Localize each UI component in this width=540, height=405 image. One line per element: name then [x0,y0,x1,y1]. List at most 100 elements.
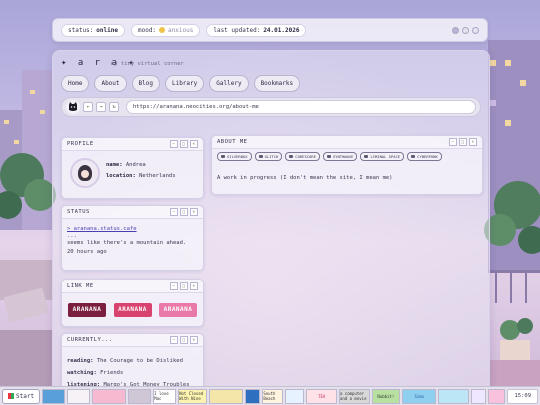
window-dot-icon[interactable] [452,26,459,34]
maximize-button[interactable]: □ [180,282,188,290]
taskbar-app-button[interactable]: South Beach [262,388,284,404]
maximize-button[interactable]: □ [459,138,467,146]
maximize-button[interactable]: □ [180,336,188,344]
panel-header: PROFILE – □ × [62,138,203,151]
panel-title: STATUS [67,209,90,215]
close-button[interactable]: × [190,336,198,344]
start-button[interactable]: Start [2,388,41,404]
minimize-button[interactable]: – [170,282,178,290]
updated-label: last updated: [213,26,261,34]
panel-title: ABOUT ME [217,139,248,145]
close-button[interactable]: × [190,140,198,148]
interest-tag[interactable]: SYNTHWAVE [322,152,358,161]
mood-label: mood: [137,26,157,34]
badge-row: ARANANA ARANANA ARANANA [62,293,203,317]
window-controls [452,26,479,34]
panel-controls: – □ × [170,140,198,148]
avatar [70,158,100,188]
taskbar-app-button[interactable] [66,388,90,404]
mood-emoji-icon [159,27,166,33]
taskbar-app-button[interactable] [488,388,506,404]
taskbar-app-button[interactable]: I love Mac [153,388,177,404]
mood-pill: mood: anxious [130,23,201,37]
taskbar-app-button[interactable]: a computer and a movie [338,388,370,404]
location-value: Netherlands [139,173,176,179]
reading-label: reading: [67,358,94,364]
close-button[interactable]: × [469,138,477,146]
about-me-panel: ABOUT ME – □ × SILVERBOX GLITCH CORESCOR… [211,135,483,195]
link-badge[interactable]: ARANANA [159,303,197,317]
minimize-button[interactable]: – [170,208,178,216]
watching-value: Friends [100,370,124,376]
nav-bookmarks[interactable]: Bookmarks [253,75,301,92]
close-button[interactable]: × [190,208,198,216]
panel-title: CURRENTLY... [67,337,113,343]
minimize-button[interactable]: – [170,140,178,148]
interest-tag[interactable]: CYBERPUNK [407,152,442,161]
taskbar-app-button[interactable]: Not Closed With Nine [178,388,207,404]
taskbar-app-button[interactable]: Nubbit! [371,388,401,404]
close-button[interactable]: × [190,282,198,290]
tag-icon [289,155,294,158]
reading-value: The Courage to be Disliked [96,358,183,364]
nav-blog[interactable]: Blog [131,75,160,92]
nav-about[interactable]: About [94,75,127,92]
status-content: > aranana.status.cafe ... seems like the… [62,219,203,257]
maximize-button[interactable]: □ [180,140,188,148]
status-message: seems like there's a mountain ahead. [67,240,187,246]
tag-icon [326,155,331,158]
taskbar-app-button[interactable] [285,388,305,404]
tag-label: SYNTHWAVE [332,154,354,159]
refresh-button[interactable]: ↻ [109,102,119,112]
window-dot-icon[interactable] [472,26,479,34]
interest-tag[interactable]: CORESCORE [285,152,320,161]
taskbar-app-button[interactable]: Sims [402,388,437,404]
taskbar-app-button[interactable] [438,388,469,404]
maximize-button[interactable]: □ [180,208,188,216]
interest-tag[interactable]: LIMINAL SPACE [360,152,405,161]
interest-tag[interactable]: SILVERBOX [217,152,252,161]
taskbar-app-button[interactable] [42,388,65,404]
about-text: A work in progress (I don't mean the sit… [217,175,393,181]
status-value: online [96,26,118,34]
taskbar-app-button[interactable] [470,388,487,404]
interest-tag[interactable]: GLITCH [254,152,283,161]
link-badge[interactable]: ARANANA [68,303,106,317]
tag-label: LIMINAL SPACE [370,154,401,159]
start-label: Start [16,392,35,400]
link-me-panel: LINK ME – □ × ARANANA ARANANA ARANANA [61,279,204,327]
url-input[interactable]: https://aranana.neocities.org/about-me [126,100,476,114]
minimize-button[interactable]: – [170,336,178,344]
forward-button[interactable]: → [96,102,106,112]
panel-header: CURRENTLY... – □ × [62,334,203,347]
site-tagline: my tiny virtual corner [111,61,184,67]
taskbar-app-button[interactable] [91,388,127,404]
currently-content: reading: The Courage to be Disliked watc… [62,347,203,391]
panel-controls: – □ × [170,336,198,344]
status-panel: STATUS – □ × > aranana.status.cafe ... s… [61,205,204,271]
tag-label: CYBERPUNK [417,154,438,159]
taskbar: Start I love Mac Not Closed With Nine So… [0,386,540,405]
status-pill: status: online [61,23,125,37]
panel-header: LINK ME – □ × [62,280,203,293]
panel-title: LINK ME [67,283,94,289]
currently-panel: CURRENTLY... – □ × reading: The Courage … [61,333,204,391]
mood-value: anxious [168,26,194,34]
window-dot-icon[interactable] [462,26,469,34]
taskbar-app-button[interactable]: TEA [306,388,337,404]
back-button[interactable]: ← [83,102,93,112]
minimize-button[interactable]: – [449,138,457,146]
panel-controls: – □ × [170,282,198,290]
panel-controls: – □ × [170,208,198,216]
tag-label: SILVERBOX [227,154,248,159]
link-badge[interactable]: ARANANA [113,303,152,317]
taskbar-app-button[interactable] [245,388,261,404]
tag-icon [258,155,263,158]
status-label: status: [68,26,94,34]
nav-home[interactable]: Home [61,75,90,92]
taskbar-app-button[interactable] [208,388,244,404]
nav-library[interactable]: Library [164,75,205,92]
taskbar-app-button[interactable] [128,388,152,404]
status-link[interactable]: > aranana.status.cafe [67,225,198,234]
nav-gallery[interactable]: Gallery [209,75,249,92]
